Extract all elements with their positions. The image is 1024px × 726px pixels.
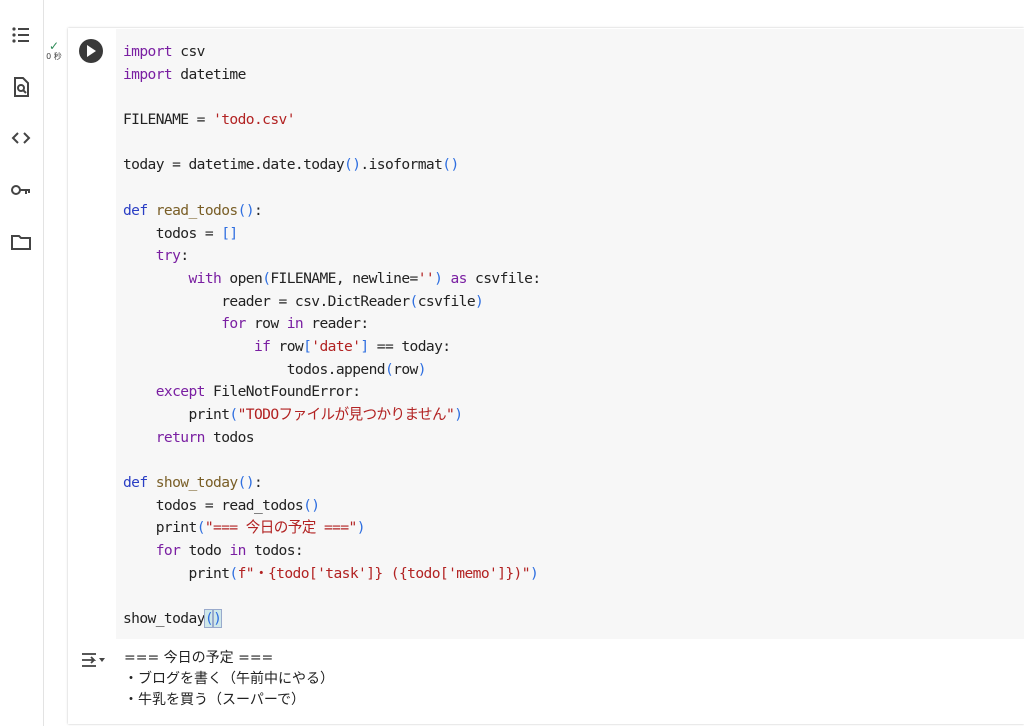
output-line: ・牛乳を買う（スーパーで）: [124, 692, 306, 708]
code-line[interactable]: if row['date'] == today:: [123, 336, 541, 359]
output-line: === 今日の予定 ===: [124, 650, 274, 666]
code-line[interactable]: try:: [123, 245, 541, 268]
run-cell-button[interactable]: [79, 39, 103, 63]
code-snippets-icon[interactable]: [4, 121, 38, 155]
left-sidebar: [0, 0, 44, 726]
code-line[interactable]: todos.append(row): [123, 359, 541, 382]
code-line[interactable]: print("TODOファイルが見つかりません"): [123, 404, 541, 427]
output-line: ・ブログを書く（午前中にやる）: [124, 671, 334, 687]
code-line[interactable]: [123, 586, 541, 609]
execution-status: ✓ 0 秒: [44, 39, 64, 63]
output-actions-icon[interactable]: [80, 650, 106, 672]
code-line[interactable]: with open(FILENAME, newline='') as csvfi…: [123, 268, 542, 291]
code-line[interactable]: return todos: [123, 427, 541, 450]
code-line[interactable]: import datetime: [123, 64, 541, 87]
code-line[interactable]: todos = []: [123, 223, 541, 246]
code-text[interactable]: import csv import datetime FILENAME = 'to…: [123, 41, 541, 631]
code-line[interactable]: [123, 177, 541, 200]
code-line[interactable]: show_today(): [123, 608, 541, 631]
code-line[interactable]: for row in reader:: [123, 313, 541, 336]
code-line[interactable]: import csv: [123, 41, 541, 64]
play-icon: [87, 45, 96, 57]
code-line[interactable]: def read_todos():: [123, 200, 541, 223]
files-folder-icon[interactable]: [4, 225, 38, 259]
output-text: === 今日の予定 === ・ブログを書く（午前中にやる） ・牛乳を買う（スーパーで…: [124, 648, 334, 711]
cell-output: === 今日の予定 === ・ブログを書く（午前中にやる） ・牛乳を買う（スーパーで…: [68, 640, 1024, 724]
code-line[interactable]: todos = read_todos(): [123, 495, 541, 518]
secrets-key-icon[interactable]: [4, 173, 38, 207]
code-line[interactable]: def show_today():: [123, 472, 541, 495]
code-line[interactable]: print("=== 今日の予定 ==="): [123, 517, 541, 540]
table-of-contents-icon[interactable]: [4, 18, 38, 52]
code-line[interactable]: reader = csv.DictReader(csvfile): [123, 291, 541, 314]
code-line[interactable]: [123, 132, 541, 155]
code-line[interactable]: for todo in todos:: [123, 540, 541, 563]
execution-time: 0 秒: [46, 52, 62, 61]
success-check-icon: ✓: [48, 39, 60, 53]
find-replace-icon[interactable]: [4, 70, 38, 104]
code-editor[interactable]: import csv import datetime FILENAME = 'to…: [116, 29, 1024, 639]
code-line[interactable]: [123, 86, 541, 109]
code-line[interactable]: FILENAME = 'todo.csv': [123, 109, 541, 132]
code-line[interactable]: print(f"・{todo['task']} ({todo['memo']})…: [123, 563, 541, 586]
code-line[interactable]: except FileNotFoundError:: [123, 381, 541, 404]
code-line[interactable]: today = datetime.date.today().isoformat(…: [123, 154, 541, 177]
code-line[interactable]: [123, 449, 541, 472]
